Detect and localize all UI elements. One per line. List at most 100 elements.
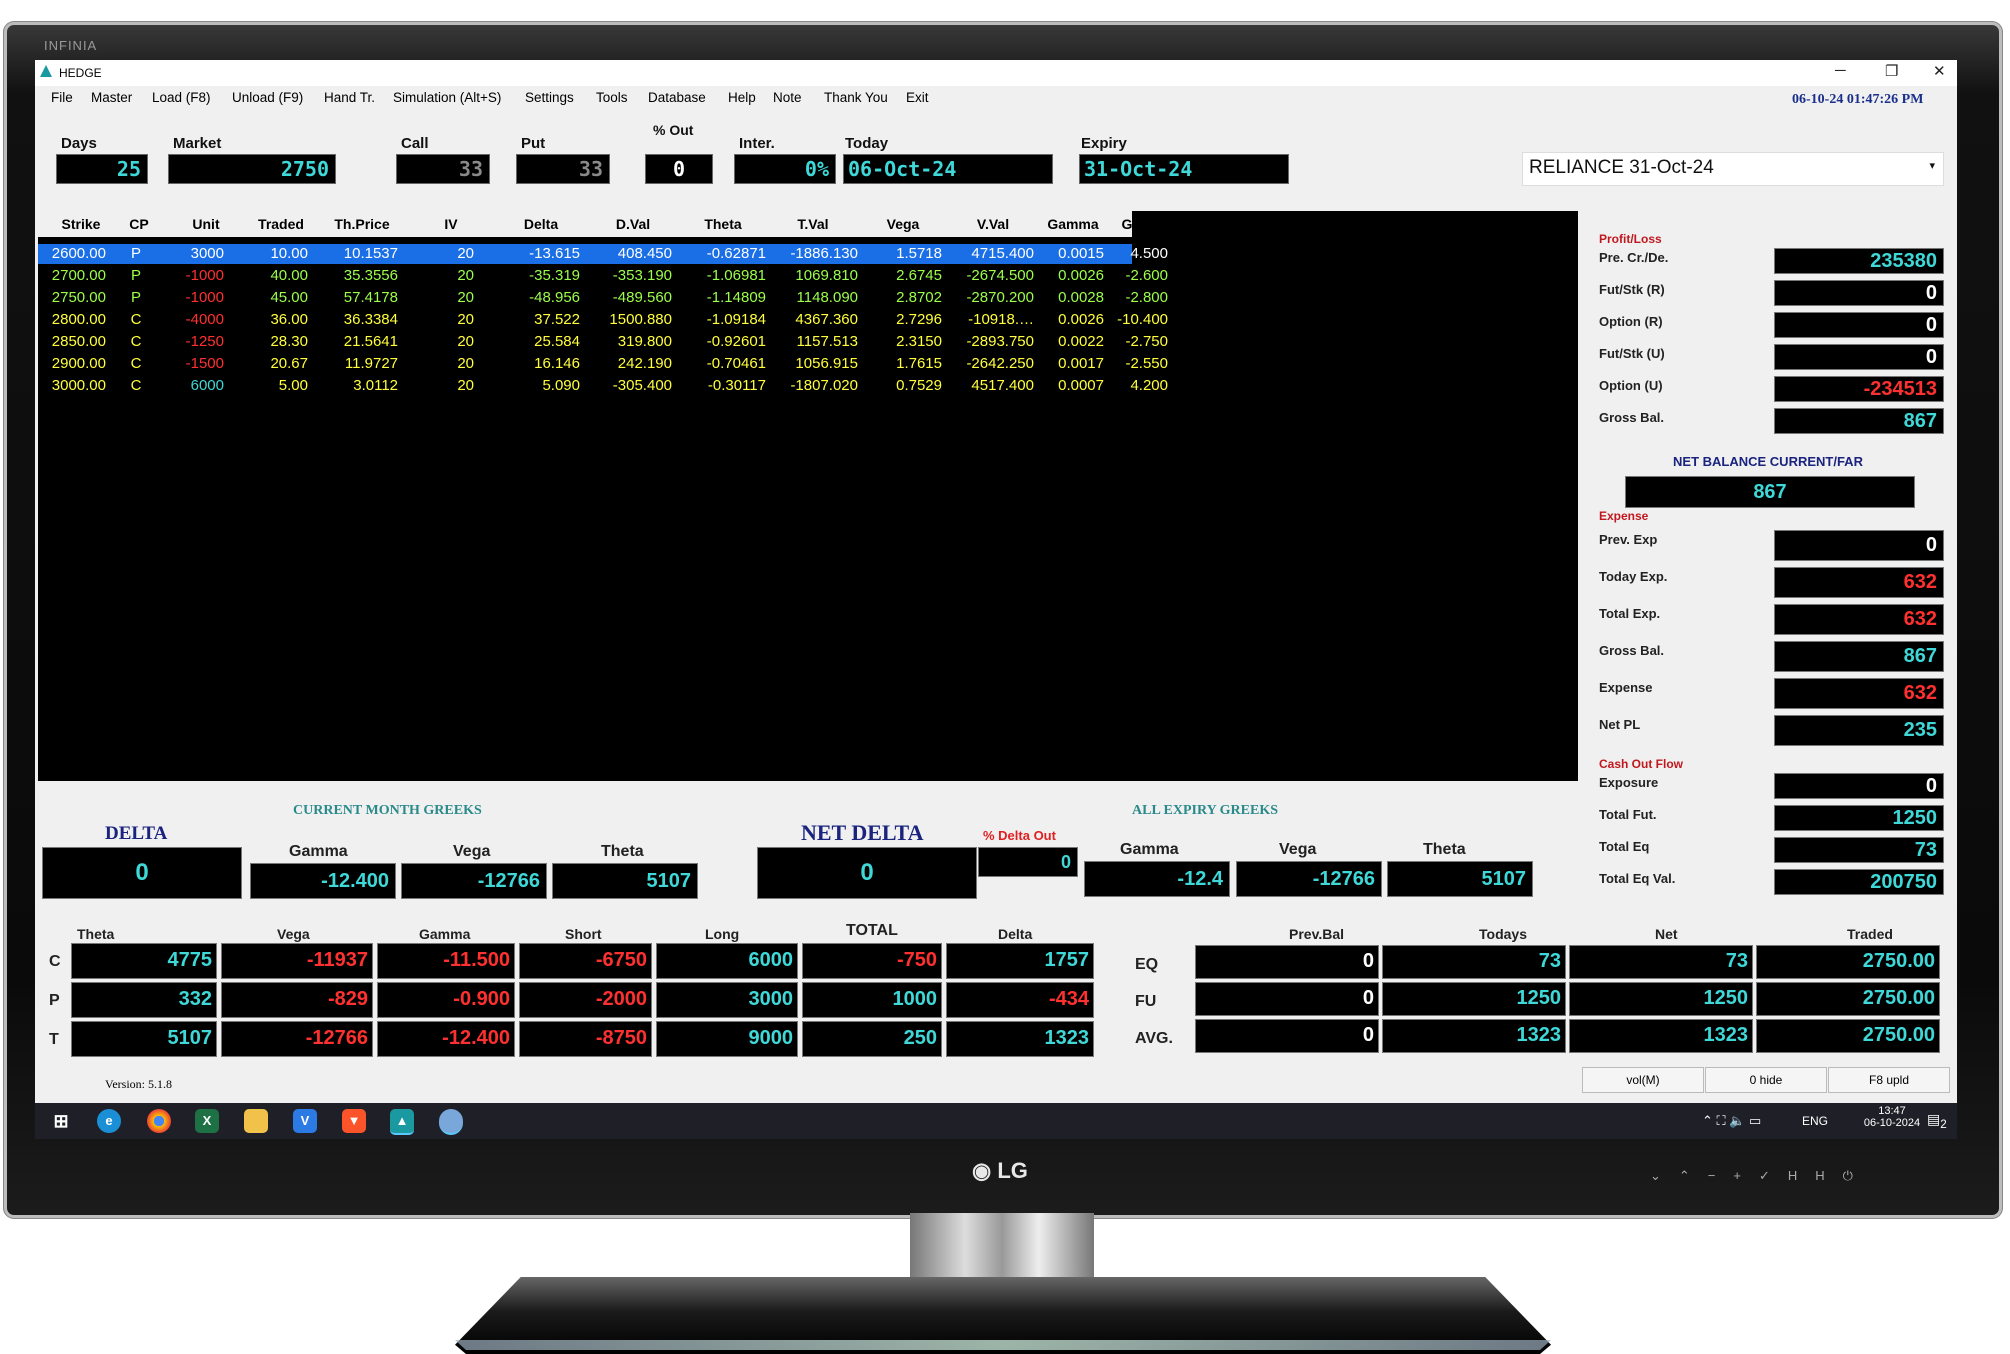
close-button[interactable]: ✕	[1933, 62, 1946, 80]
vol-m-button[interactable]: vol(M)	[1582, 1067, 1704, 1093]
notification-count: 2	[1940, 1117, 1947, 1131]
expense-value: 632	[1774, 604, 1944, 635]
title-bar: HEDGE ─ ❐ ✕	[35, 60, 1957, 86]
grid-cell-cp: C	[130, 333, 142, 350]
brave-browser-icon[interactable]: ▼	[342, 1109, 366, 1133]
file-explorer-icon[interactable]	[244, 1109, 268, 1133]
menu-exit[interactable]: Exit	[906, 90, 929, 105]
grid-cell-traded: 28.30	[270, 333, 308, 350]
table-row[interactable]: 2800.00 C -4000 36.00 36.3384 20 37.522 1500.88…	[38, 310, 1168, 330]
expense-label: Total Exp.	[1599, 606, 1661, 621]
tray-icons[interactable]: ⌃ ⛶ 🔈 ▭	[1702, 1113, 1761, 1129]
grid-cell-cp: C	[130, 377, 142, 394]
call-field[interactable]: 33	[396, 154, 490, 184]
menu-load[interactable]: Load (F8)	[152, 90, 211, 105]
grid-cell-delta: 37.522	[534, 311, 580, 328]
put-field[interactable]: 33	[516, 154, 610, 184]
symbol-select[interactable]: RELIANCE 31-Oct-24 ▾	[1522, 152, 1944, 186]
menu-file[interactable]: File	[51, 90, 73, 105]
menu-note[interactable]: Note	[773, 90, 802, 105]
delta-label: DELTA	[105, 823, 168, 844]
edge-browser-icon[interactable]: e	[97, 1109, 121, 1133]
grid-cell-dval: -489.560	[612, 289, 672, 306]
language-indicator[interactable]: ENG	[1802, 1114, 1828, 1128]
menu-simulation[interactable]: Simulation (Alt+S)	[393, 90, 501, 105]
summary-header: Delta	[998, 926, 1033, 942]
inter-field[interactable]: 0%	[734, 154, 836, 184]
expense-label: Prev. Exp	[1599, 532, 1658, 547]
notification-icon[interactable]: ▤2	[1927, 1111, 1947, 1131]
grid-cell-cp: C	[130, 355, 142, 372]
grid-cell-cp: C	[130, 311, 142, 328]
grid-cell-cp: P	[130, 289, 141, 306]
days-field[interactable]: 25	[56, 154, 148, 184]
taskbar-clock[interactable]: 13:47 06-10-2024	[1862, 1105, 1922, 1129]
menu-unload[interactable]: Unload (F9)	[232, 90, 303, 105]
grid-cell-traded: 40.00	[270, 267, 308, 284]
menu-hand-tr[interactable]: Hand Tr.	[324, 90, 375, 105]
menu-database[interactable]: Database	[648, 90, 706, 105]
profit-loss-label: Option (R)	[1599, 314, 1663, 329]
grid-cell-theta: -0.30117	[707, 377, 766, 394]
minimize-button[interactable]: ─	[1835, 62, 1846, 79]
grid-cell-unit: -1250	[185, 333, 224, 350]
pct-delta-out-field[interactable]: 0	[978, 847, 1078, 877]
chevron-down-icon: ▾	[1929, 160, 1935, 172]
cash-out-label: Exposure	[1599, 775, 1659, 790]
table-row[interactable]: 2900.00 C -1500 20.67 11.9727 20 16.146 242.190…	[38, 354, 1168, 374]
grid-cell-iv: 20	[457, 267, 474, 284]
hide-button[interactable]: 0 hide	[1705, 1067, 1827, 1093]
positions-cell: 1323	[1382, 1019, 1566, 1053]
windows-start-icon[interactable]: ⊞	[49, 1109, 73, 1133]
table-row[interactable]: 2750.00 P -1000 45.00 57.4178 20 -48.956 -489.5…	[38, 288, 1168, 308]
profit-loss-value: 0	[1774, 280, 1944, 306]
menu-settings[interactable]: Settings	[525, 90, 574, 105]
grid-cell-strike: 2900.00	[51, 355, 106, 372]
profit-loss-label: Fut/Stk (R)	[1599, 282, 1665, 297]
today-field[interactable]: 06-Oct-24	[843, 154, 1053, 184]
grid-cell-gval: 4.200	[1130, 377, 1168, 394]
market-field[interactable]: 2750	[168, 154, 336, 184]
net-balance-label: NET BALANCE CURRENT/FAR	[1673, 454, 1863, 469]
table-row[interactable]: 2600.00 P 3000 10.00 10.1537 20 -13.615 408.450…	[38, 244, 1168, 264]
grid-cell-thprice: 10.1537	[343, 245, 398, 262]
menu-tools[interactable]: Tools	[596, 90, 628, 105]
grid-header-delta: Delta	[523, 216, 559, 232]
summary-header: Long	[705, 926, 740, 942]
grid-header-vega: Vega	[886, 216, 920, 232]
pct-out-field[interactable]: 0	[645, 154, 713, 184]
excel-icon[interactable]: X	[195, 1109, 219, 1133]
grid-cell-vega: 1.5718	[896, 245, 942, 262]
table-row[interactable]: 3000.00 C 6000 5.00 3.0112 20 5.090 -305.400 -0.…	[38, 376, 1168, 396]
f8-upload-button[interactable]: F8 upld	[1828, 1067, 1950, 1093]
cash-out-heading: Cash Out Flow	[1599, 757, 1683, 771]
summary-cell: 9000	[656, 1021, 798, 1057]
menu-master[interactable]: Master	[91, 90, 132, 105]
grid-cell-iv: 20	[457, 245, 474, 262]
vs-code-icon[interactable]: V	[293, 1109, 317, 1133]
summary-cell: 6000	[656, 943, 798, 979]
table-row[interactable]: 2700.00 P -1000 40.00 35.3556 20 -35.319 -353.1…	[38, 266, 1168, 286]
snipping-tool-icon[interactable]	[439, 1109, 463, 1135]
cm-vega-field: -12766	[401, 863, 547, 899]
pct-delta-out-label: % Delta Out	[983, 828, 1056, 843]
summary-cell: -12.400	[377, 1021, 515, 1057]
menu-thank-you[interactable]: Thank You	[824, 90, 888, 105]
monitor-stand-edge	[455, 1340, 1551, 1350]
menu-help[interactable]: Help	[728, 90, 756, 105]
grid-cell-delta: -48.956	[529, 289, 580, 306]
expense-value: 867	[1774, 641, 1944, 672]
grid-cell-vval: -2870.200	[966, 289, 1034, 306]
restore-button[interactable]: ❐	[1885, 62, 1898, 80]
grid-header-gval: G.Val	[1121, 216, 1157, 232]
chrome-browser-icon[interactable]	[147, 1109, 171, 1133]
hedge-taskbar-icon[interactable]: ▲	[390, 1109, 414, 1135]
grid-cell-tval: -1807.020	[790, 377, 858, 394]
summary-cell: 1000	[802, 982, 942, 1018]
profit-loss-label: Gross Bal.	[1599, 410, 1665, 425]
expiry-field[interactable]: 31-Oct-24	[1079, 154, 1289, 184]
version-label: Version: 5.1.8	[105, 1077, 172, 1091]
grid-cell-dval: 242.190	[617, 355, 672, 372]
table-row[interactable]: 2850.00 C -1250 28.30 21.5641 20 25.584 319.800…	[38, 332, 1168, 352]
positions-cell: 1323	[1569, 1019, 1753, 1053]
